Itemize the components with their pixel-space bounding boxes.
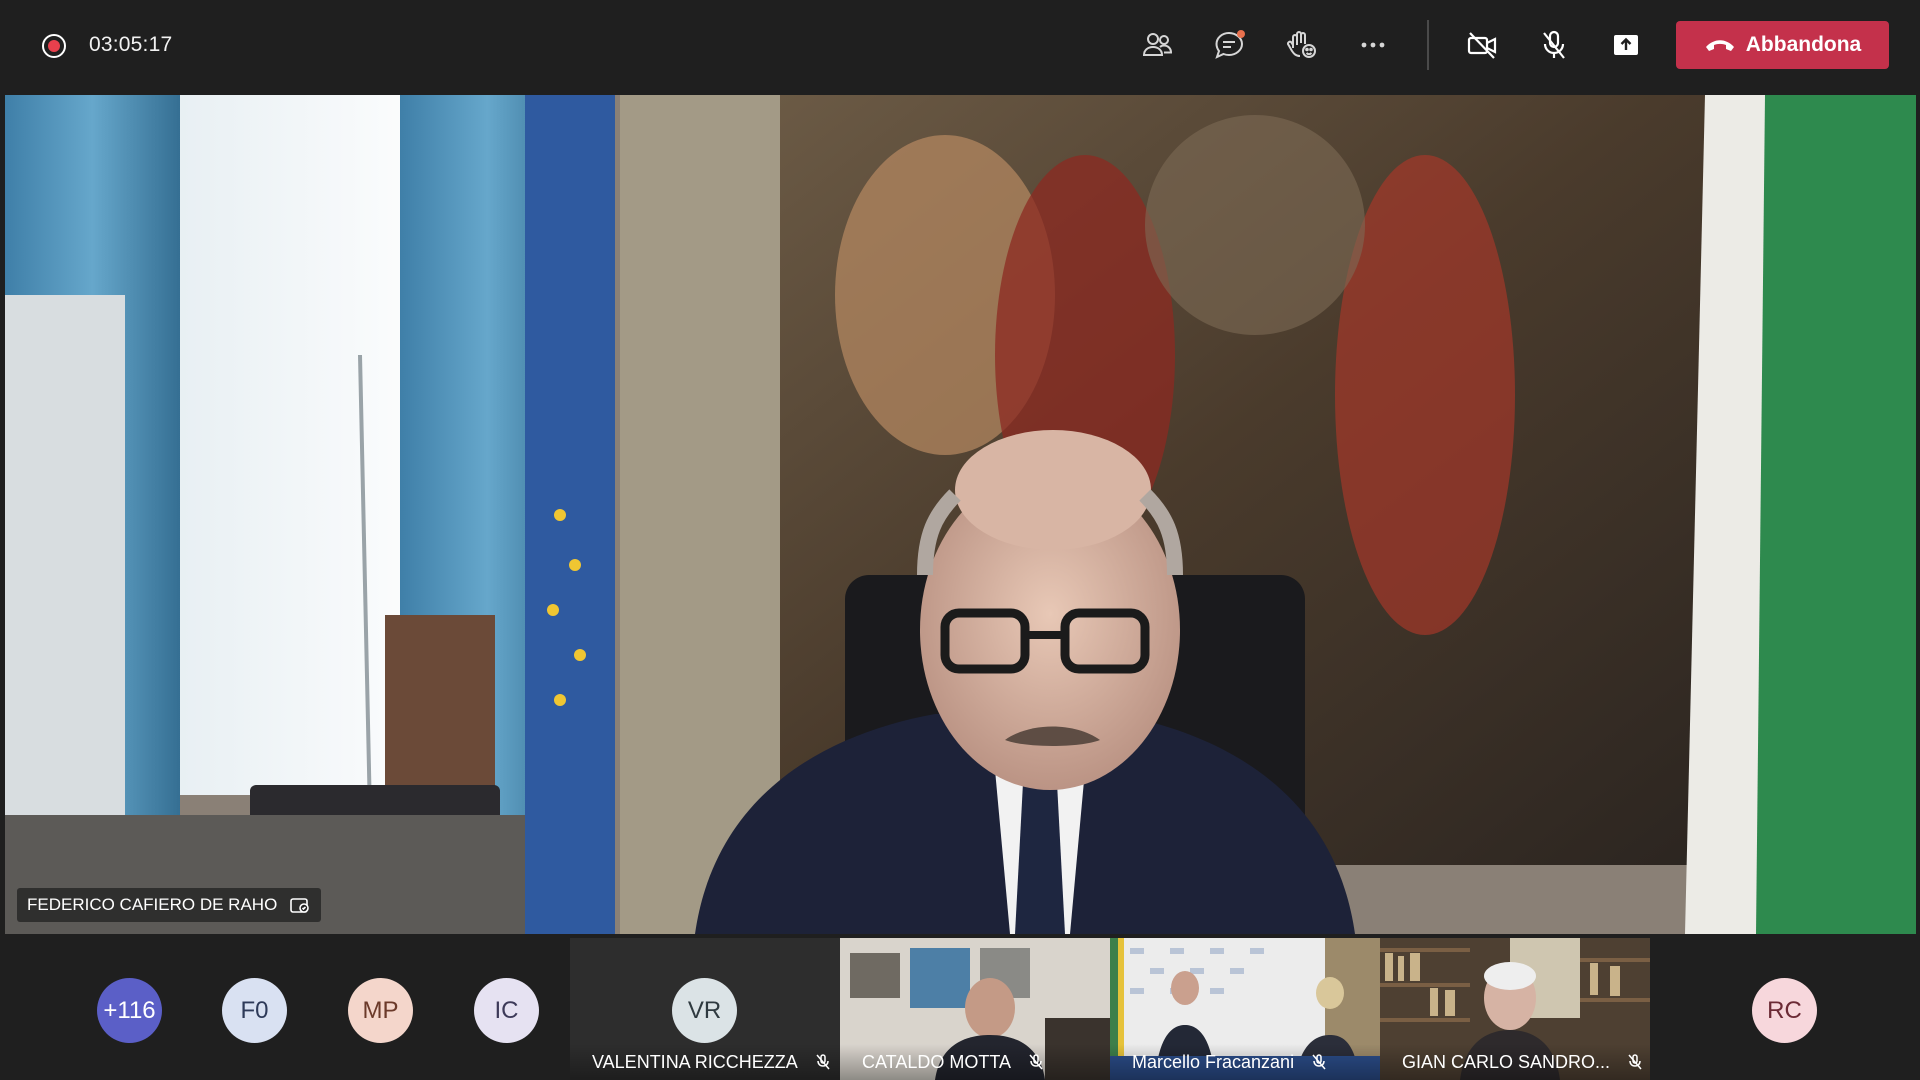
- mic-muted-icon: [1628, 1054, 1642, 1070]
- participant-strip: +116 F0 MP IC VR VALENTINA RICCHEZZA CAT…: [0, 938, 1920, 1080]
- participant-tile[interactable]: GIAN CARLO SANDRO...: [1380, 938, 1650, 1080]
- participant-name: Marcello Fracanzani: [1132, 1051, 1295, 1072]
- main-speaker-video[interactable]: FEDERICO CAFIERO DE RAHO: [5, 95, 1916, 934]
- reactions-button[interactable]: [1276, 22, 1326, 68]
- participant-avatar[interactable]: IC: [474, 978, 539, 1043]
- participant-name: CATALDO MOTTA: [862, 1051, 1012, 1072]
- speaker-name: FEDERICO CAFIERO DE RAHO: [27, 895, 278, 914]
- camera-off-icon: [1467, 32, 1497, 59]
- mic-toggle-button[interactable]: [1529, 22, 1579, 68]
- more-actions-button[interactable]: [1348, 22, 1398, 68]
- participants-icon: [1142, 33, 1173, 56]
- more-icon: [1361, 42, 1385, 48]
- recording-timer: 03:05:17: [89, 33, 173, 56]
- leave-button[interactable]: Abbandona: [1676, 21, 1889, 69]
- mic-muted-icon: [1312, 1054, 1326, 1070]
- participant-name-bar: GIAN CARLO SANDRO...: [1380, 1044, 1650, 1080]
- speaker-name-tag: FEDERICO CAFIERO DE RAHO: [17, 888, 322, 922]
- participant-name-bar: CATALDO MOTTA: [840, 1044, 1110, 1080]
- participant-avatar[interactable]: MP: [348, 978, 413, 1043]
- mic-off-icon: [1543, 30, 1565, 59]
- participant-name-bar: VALENTINA RICCHEZZA: [570, 1044, 840, 1080]
- participants-button[interactable]: [1132, 22, 1182, 68]
- mic-muted-icon: [816, 1054, 830, 1070]
- participant-name-bar: Marcello Fracanzani: [1110, 1044, 1380, 1080]
- meeting-toolbar: 03:05:17 Abbandona: [0, 0, 1920, 94]
- pinned-video-icon[interactable]: [289, 894, 311, 916]
- recording-indicator-icon: [42, 34, 66, 58]
- speaker-video-frame: [5, 95, 1916, 934]
- camera-toggle-button[interactable]: [1457, 22, 1507, 68]
- share-screen-button[interactable]: [1601, 22, 1651, 68]
- mic-muted-icon: [1029, 1054, 1043, 1070]
- share-icon: [1614, 35, 1638, 55]
- hang-up-icon: [1705, 40, 1734, 51]
- chat-icon: [1215, 30, 1245, 59]
- chat-badge-icon: [1237, 30, 1245, 38]
- participant-tile[interactable]: CATALDO MOTTA: [840, 938, 1110, 1080]
- participant-tile[interactable]: VR VALENTINA RICCHEZZA: [570, 938, 840, 1080]
- chat-button[interactable]: [1204, 22, 1254, 68]
- participant-tile[interactable]: Marcello Fracanzani: [1110, 938, 1380, 1080]
- overflow-participants-button[interactable]: +116: [97, 978, 162, 1043]
- leave-label: Abbandona: [1745, 33, 1862, 56]
- participant-avatar[interactable]: RC: [1752, 978, 1817, 1043]
- participant-avatar: VR: [672, 978, 737, 1043]
- participant-name: VALENTINA RICCHEZZA: [592, 1051, 798, 1072]
- participant-avatar[interactable]: F0: [222, 978, 287, 1043]
- participant-name: GIAN CARLO SANDRO...: [1402, 1051, 1611, 1072]
- toolbar-divider: [1427, 20, 1429, 70]
- reactions-icon: [1287, 31, 1316, 58]
